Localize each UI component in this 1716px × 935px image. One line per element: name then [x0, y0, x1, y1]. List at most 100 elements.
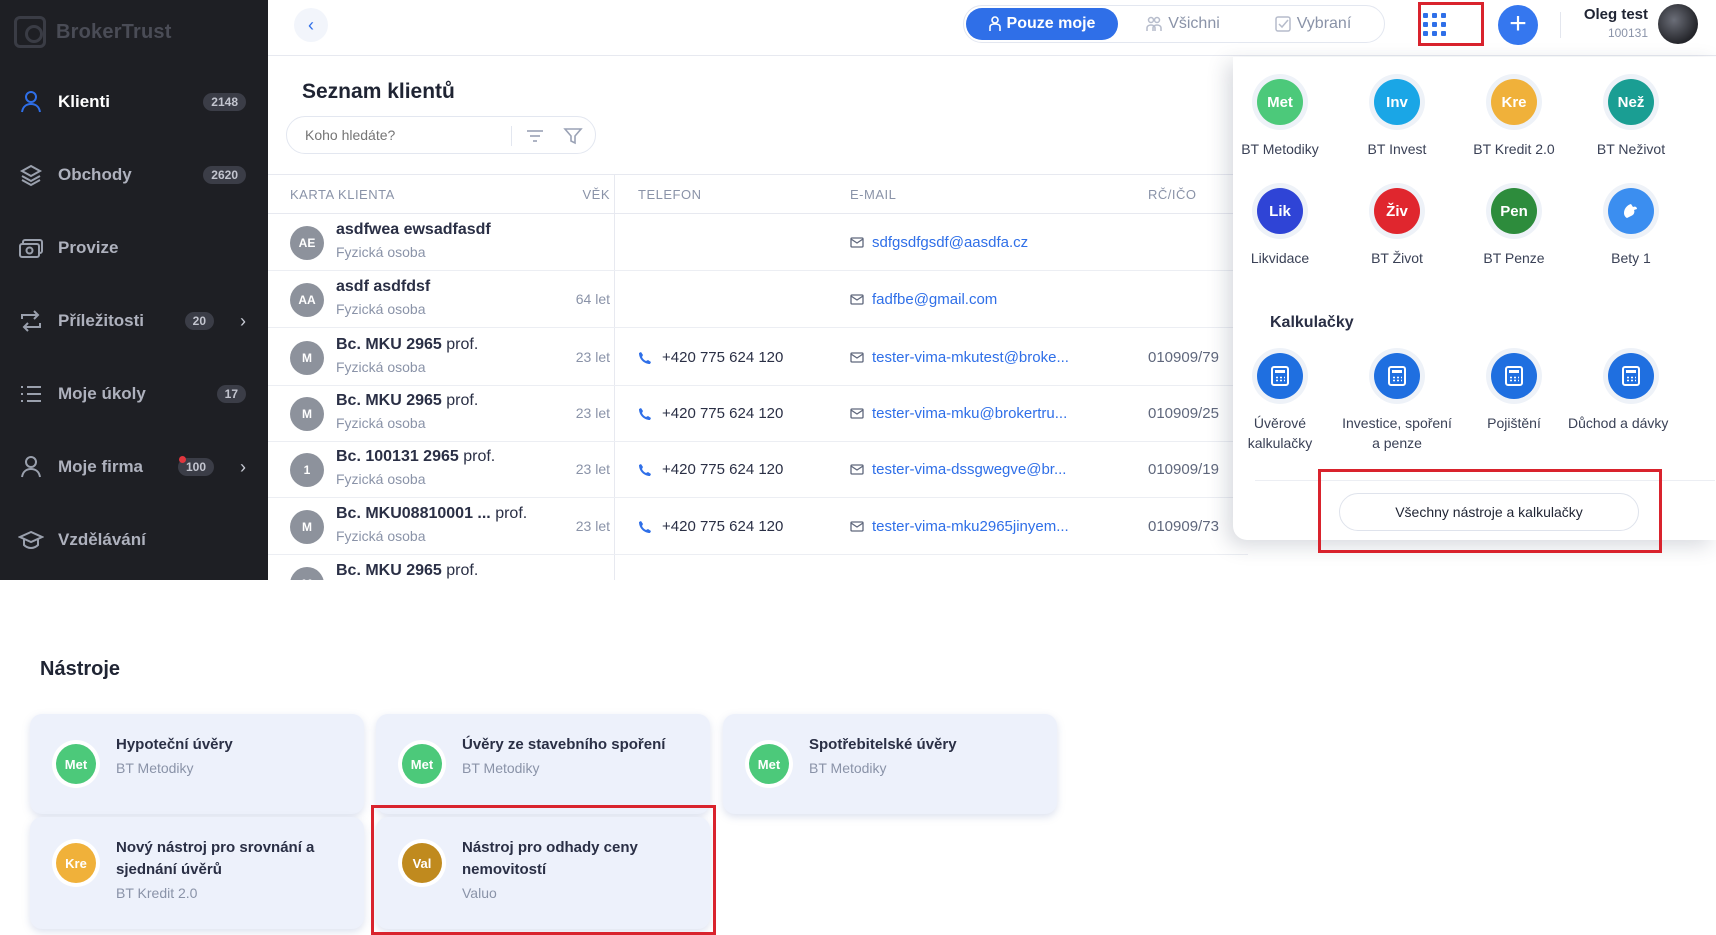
sidebar-item-klienti[interactable]: Klienti 2148	[0, 77, 268, 127]
sidebar-item-vzdelavani[interactable]: Vzdělávání	[0, 515, 268, 565]
app-tool[interactable]: Pen BT Penze	[1454, 188, 1574, 268]
sort-icon[interactable]	[525, 126, 545, 146]
client-email[interactable]: sdfgsdfgsdf@aasdfa.cz	[850, 234, 1028, 251]
add-button[interactable]: +	[1498, 5, 1538, 45]
top-bar: ‹ Pouze moje Všichni Vybraní + Oleg test…	[268, 0, 1716, 56]
table-row[interactable]: AA asdf asdfdsf Fyzická osoba 64 let fadfbe@…	[268, 271, 1248, 328]
app-icon: Inv	[1374, 79, 1420, 125]
avatar: M	[290, 397, 324, 431]
app-tool[interactable]: Kre BT Kredit 2.0	[1454, 79, 1574, 159]
client-name[interactable]: Bc. 100131 2965 prof.	[336, 448, 495, 466]
email-text: tester-vima-mkutest@broke...	[872, 349, 1069, 366]
tool-card[interactable]: Kre Nový nástroj pro srovnání a sjednání …	[30, 817, 364, 929]
table-header: KARTA KLIENTA VĚK TELEFON E-MAIL RČ/IČO	[268, 174, 1248, 214]
client-name-text: Bc. MKU08810001 ...	[336, 505, 491, 522]
hand-icon	[1624, 204, 1637, 218]
table-row[interactable]: M Bc. MKU 2965 prof.	[268, 555, 1248, 580]
sidebar-item-provize[interactable]: Provize	[0, 223, 268, 273]
table-row[interactable]: M Bc. MKU 2965 prof. Fyzická osoba 23 let +4…	[268, 329, 1248, 386]
client-name[interactable]: Bc. MKU 2965 prof.	[336, 562, 478, 580]
client-type: Fyzická osoba	[336, 301, 426, 317]
chevron-right-icon[interactable]: ›	[240, 457, 246, 478]
client-title: prof.	[446, 562, 479, 579]
client-phone[interactable]: +420 775 624 120	[638, 461, 783, 478]
client-email[interactable]: tester-vima-mkutest@broke...	[850, 349, 1069, 366]
calculator-tool[interactable]: Investice, spoření a penze	[1337, 353, 1457, 453]
phone-icon	[639, 520, 651, 533]
calculator-tool[interactable]: Úvěrové kalkulačky	[1233, 353, 1340, 453]
calculator-tool[interactable]: Důchod a dávky	[1556, 353, 1706, 433]
table-row[interactable]: M Bc. MKU 2965 prof. Fyzická osoba 23 let +4…	[268, 385, 1248, 442]
back-button[interactable]: ‹	[294, 8, 328, 42]
ownership-filter: Pouze moje Všichni Vybraní	[963, 5, 1385, 43]
chevron-right-icon[interactable]: ›	[240, 311, 246, 332]
segment-label: Všichni	[1168, 15, 1220, 32]
column-header[interactable]: KARTA KLIENTA	[290, 187, 395, 202]
app-tool[interactable]: Met BT Metodiky	[1233, 79, 1340, 159]
divider	[1560, 12, 1561, 38]
segment-pouze-moje[interactable]: Pouze moje	[966, 8, 1118, 40]
sidebar-item-prilezitosti[interactable]: Příležitosti 20 ›	[0, 296, 268, 346]
client-name[interactable]: Bc. MKU 2965 prof.	[336, 392, 478, 410]
sidebar-item-label: Klienti	[58, 92, 110, 111]
client-name[interactable]: asdfwea ewsadfasdf	[336, 221, 491, 239]
sidebar: BrokerTrust Klienti 2148 Obchody 2620 Pr…	[0, 0, 268, 580]
client-age: 23 let	[575, 461, 610, 477]
client-rc: 010909/25	[1148, 405, 1219, 422]
avatar[interactable]	[1658, 4, 1698, 44]
client-email[interactable]: fadfbe@gmail.com	[850, 291, 997, 308]
tool-card[interactable]: Met Úvěry ze stavebního spoření BT Metodik…	[376, 714, 710, 814]
avatar: M	[290, 510, 324, 544]
sidebar-item-moje-firma[interactable]: Moje firma 100 ›	[0, 442, 268, 492]
calculator-glyph	[1271, 366, 1289, 386]
tool-icon: Kre	[56, 843, 96, 883]
tool-card[interactable]: Met Spotřebitelské úvěry BT Metodiky	[723, 714, 1057, 814]
client-email[interactable]: tester-vima-dssgwegve@br...	[850, 461, 1066, 478]
segment-vsichni[interactable]: Všichni	[1118, 8, 1248, 40]
client-name[interactable]: asdf asdfdsf	[336, 278, 430, 296]
table-row[interactable]: M Bc. MKU08810001 ... prof. Fyzická osoba 2…	[268, 498, 1248, 555]
checkbox-icon	[1274, 16, 1291, 32]
client-type: Fyzická osoba	[336, 415, 426, 431]
column-header[interactable]: TELEFON	[638, 187, 701, 202]
app-tool[interactable]: Bety 1	[1571, 188, 1691, 268]
client-phone[interactable]: +420 775 624 120	[638, 405, 783, 422]
client-name[interactable]: Bc. MKU 2965 prof.	[336, 336, 478, 354]
calculator-icon	[1491, 353, 1537, 399]
sidebar-item-obchody[interactable]: Obchody 2620	[0, 150, 268, 200]
tool-title: Spotřebitelské úvěry	[809, 736, 957, 753]
app-label: BT Invest	[1367, 141, 1427, 157]
app-tool[interactable]: Inv BT Invest	[1337, 79, 1457, 159]
client-email[interactable]: tester-vima-mku@brokertru...	[850, 405, 1067, 422]
column-header[interactable]: E-MAIL	[850, 187, 896, 202]
highlight-box	[371, 805, 716, 935]
client-phone[interactable]: +420 775 624 120	[638, 349, 783, 366]
client-phone[interactable]: +420 775 624 120	[638, 518, 783, 535]
calculator-icon	[1374, 353, 1420, 399]
tool-card[interactable]: Met Hypoteční úvěry BT Metodiky	[30, 714, 364, 814]
search-input[interactable]	[305, 127, 485, 143]
client-email[interactable]: tester-vima-mku2965jinyem...	[850, 518, 1069, 535]
plus-icon: +	[1509, 7, 1527, 40]
column-header[interactable]: VĚK	[564, 187, 610, 202]
calculator-label: Úvěrové kalkulačky	[1247, 415, 1313, 451]
app-tool[interactable]: Lik Likvidace	[1233, 188, 1340, 268]
filter-icon[interactable]	[563, 126, 583, 146]
app-tool[interactable]: Než BT Neživot	[1571, 79, 1691, 159]
table-row[interactable]: 1 Bc. 100131 2965 prof. Fyzická osoba 23 le…	[268, 441, 1248, 498]
count-badge: 20	[184, 312, 214, 330]
sidebar-item-moje-ukoly[interactable]: Moje úkoly 17	[0, 369, 268, 419]
user-name[interactable]: Oleg test	[1584, 6, 1648, 23]
column-header[interactable]: RČ/IČO	[1148, 187, 1197, 202]
table-row[interactable]: AE asdfwea ewsadfasdf Fyzická osoba sdfgsdf…	[268, 214, 1248, 271]
client-age: 64 let	[575, 291, 610, 307]
app-tool[interactable]: Živ BT Život	[1337, 188, 1457, 268]
divider	[511, 126, 512, 146]
avatar: AA	[290, 283, 324, 317]
client-title: prof.	[495, 505, 528, 522]
client-name[interactable]: Bc. MKU08810001 ... prof.	[336, 505, 527, 523]
tool-source: BT Metodiky	[462, 760, 540, 776]
tool-source: BT Kredit 2.0	[116, 885, 198, 901]
segment-vybrani[interactable]: Vybraní	[1248, 8, 1378, 40]
notification-dot	[179, 456, 186, 463]
